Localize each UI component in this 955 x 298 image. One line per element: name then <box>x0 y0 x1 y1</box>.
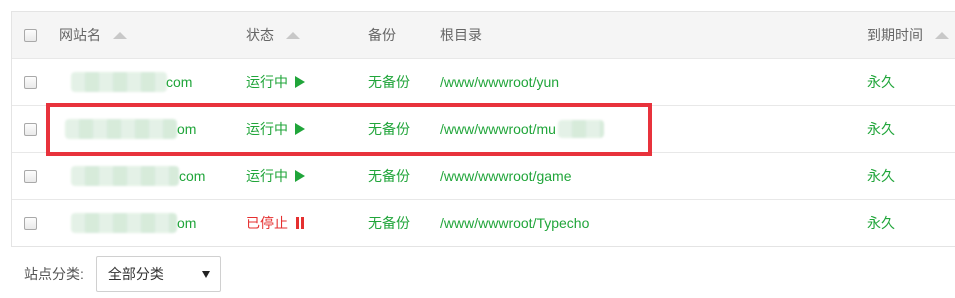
play-icon[interactable] <box>295 76 305 88</box>
sort-up-icon[interactable] <box>113 31 127 39</box>
backup-text[interactable]: 无备份 <box>368 213 410 233</box>
category-select[interactable]: 全部分类 <box>95 256 221 292</box>
table-row: com 运行中 无备份 /www/wwwroot/game 永久 <box>12 152 955 199</box>
header-status[interactable]: 状态 <box>246 12 300 58</box>
select-all-cell <box>24 12 37 58</box>
row-check-cell <box>24 153 37 199</box>
row-checkbox[interactable] <box>24 216 37 230</box>
header-expire-label: 到期时间 <box>867 27 923 43</box>
expire-text[interactable]: 永久 <box>867 213 895 233</box>
root-dir-cell[interactable]: /www/wwwroot/Typecho <box>440 200 589 246</box>
table-footer: 站点分类: 全部分类 <box>11 256 221 292</box>
redacted-name-mask <box>71 166 179 186</box>
caret-down-icon <box>201 270 210 278</box>
expire-cell[interactable]: 永久 <box>867 153 895 199</box>
expire-text[interactable]: 永久 <box>867 119 895 139</box>
sort-up-icon[interactable] <box>935 31 949 39</box>
row-check-cell <box>24 106 37 152</box>
backup-cell[interactable]: 无备份 <box>368 153 410 199</box>
backup-text[interactable]: 无备份 <box>368 166 410 186</box>
header-expire[interactable]: 到期时间 <box>867 12 949 58</box>
backup-text[interactable]: 无备份 <box>368 72 410 92</box>
select-all-checkbox[interactable] <box>24 28 37 42</box>
table-row: com 运行中 无备份 /www/wwwroot/yun 永久 <box>12 58 955 105</box>
category-selected-value: 全部分类 <box>107 266 164 282</box>
status-cell[interactable]: 已停止 <box>246 200 304 246</box>
row-checkbox[interactable] <box>24 75 37 89</box>
header-name[interactable]: 网站名 <box>59 12 127 58</box>
header-root: 根目录 <box>440 12 482 58</box>
site-name-cell[interactable]: om <box>59 200 239 246</box>
expire-cell[interactable]: 永久 <box>867 106 895 152</box>
table-row: om 已停止 无备份 /www/wwwroot/Typecho 永久 <box>12 199 955 246</box>
row-checkbox[interactable] <box>24 122 37 136</box>
header-root-label: 根目录 <box>440 27 482 43</box>
root-dir-link[interactable]: /www/wwwroot/Typecho <box>440 215 589 231</box>
status-cell[interactable]: 运行中 <box>246 59 305 105</box>
status-text[interactable]: 运行中 <box>246 72 288 92</box>
highlight-annotation-box <box>46 103 652 156</box>
expire-cell[interactable]: 永久 <box>867 59 895 105</box>
pause-icon[interactable] <box>296 217 304 229</box>
root-dir-link[interactable]: /www/wwwroot/game <box>440 168 571 184</box>
site-name-suffix[interactable]: com <box>166 74 192 90</box>
expire-text[interactable]: 永久 <box>867 72 895 92</box>
header-backup-label: 备份 <box>368 27 396 43</box>
redacted-name-mask <box>71 72 167 92</box>
header-backup: 备份 <box>368 12 396 58</box>
header-status-label: 状态 <box>246 27 274 43</box>
table-header: 网站名 状态 备份 根目录 到期时间 <box>12 12 955 58</box>
site-name-suffix[interactable]: com <box>179 168 205 184</box>
row-check-cell <box>24 59 37 105</box>
play-icon[interactable] <box>295 170 305 182</box>
category-label: 站点分类: <box>24 266 84 282</box>
expire-cell[interactable]: 永久 <box>867 200 895 246</box>
row-checkbox[interactable] <box>24 169 37 183</box>
header-name-label: 网站名 <box>59 27 101 43</box>
row-check-cell <box>24 200 37 246</box>
status-text[interactable]: 已停止 <box>246 213 288 233</box>
root-dir-link[interactable]: /www/wwwroot/yun <box>440 74 559 90</box>
sort-up-icon[interactable] <box>286 31 300 39</box>
site-name-cell[interactable]: com <box>59 59 239 105</box>
backup-cell[interactable]: 无备份 <box>368 59 410 105</box>
root-dir-cell[interactable]: /www/wwwroot/yun <box>440 59 559 105</box>
status-cell[interactable]: 运行中 <box>246 153 305 199</box>
site-name-suffix[interactable]: om <box>177 215 196 231</box>
expire-text[interactable]: 永久 <box>867 166 895 186</box>
site-name-cell[interactable]: com <box>59 153 239 199</box>
status-text[interactable]: 运行中 <box>246 166 288 186</box>
backup-cell[interactable]: 无备份 <box>368 200 410 246</box>
root-dir-cell[interactable]: /www/wwwroot/game <box>440 153 571 199</box>
redacted-name-mask <box>71 213 177 233</box>
